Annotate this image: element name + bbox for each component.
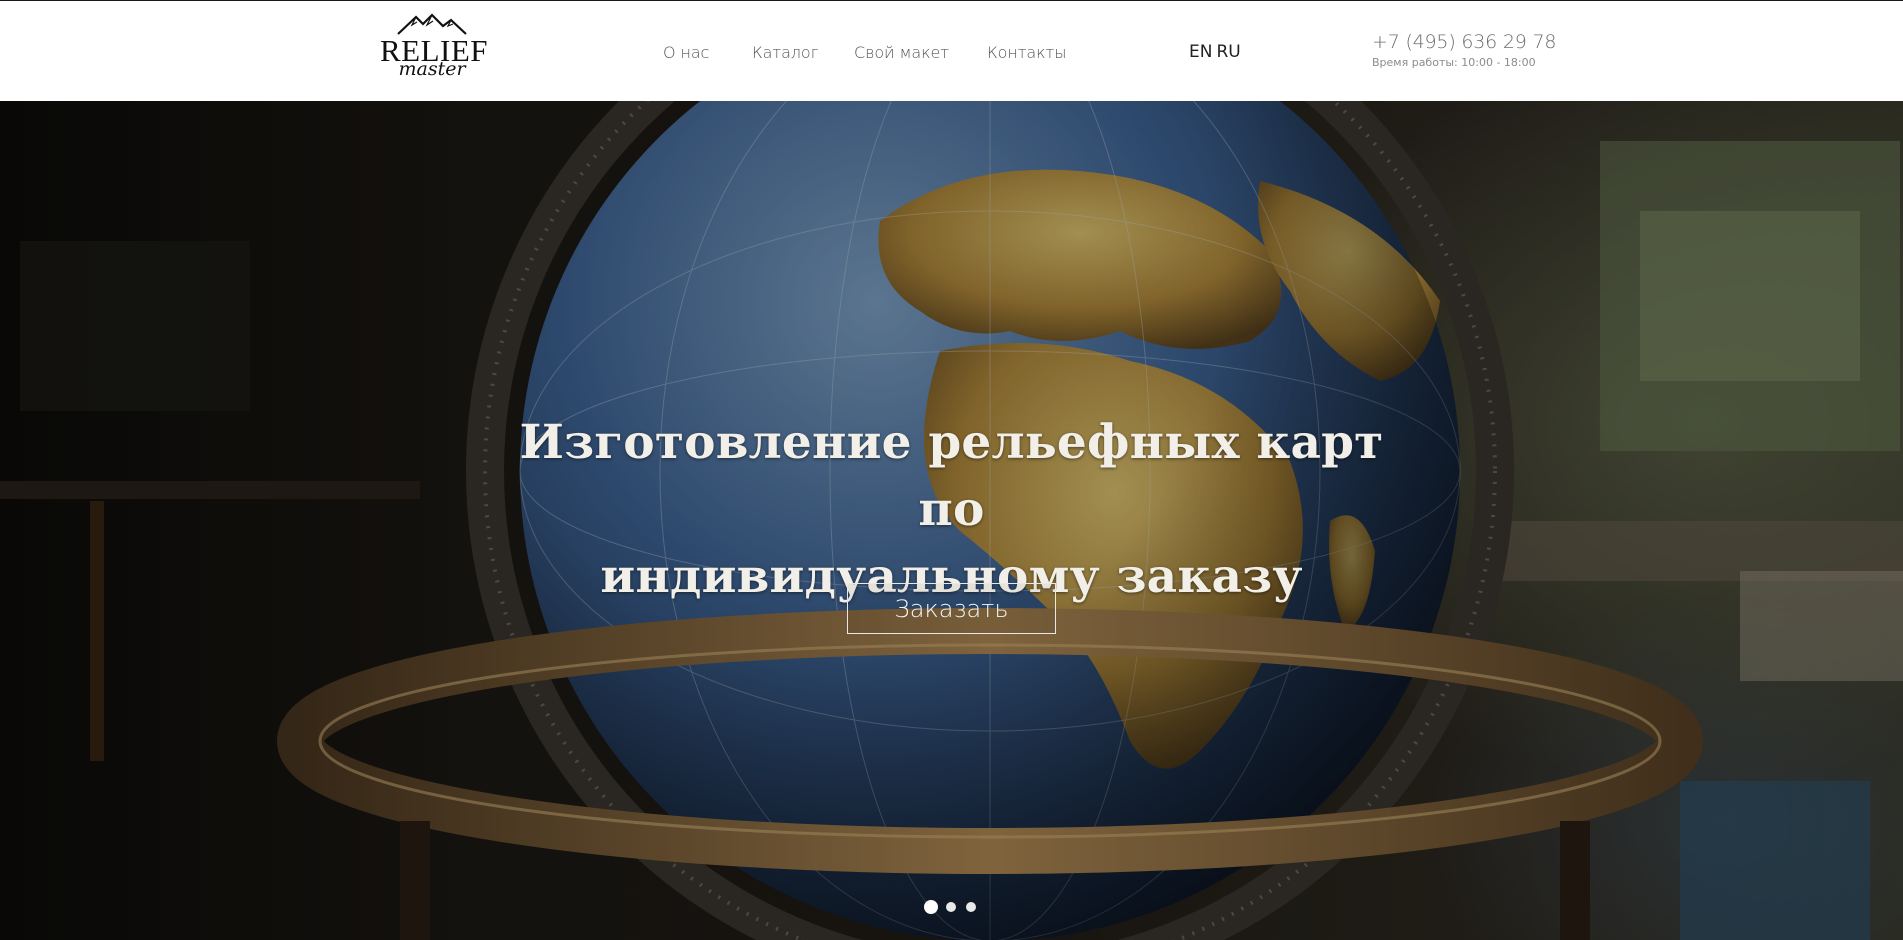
site-header: RELIEF master О нас Каталог Свой макет К…: [0, 0, 1903, 101]
order-button[interactable]: Заказать: [847, 583, 1056, 634]
mountains-icon: [397, 13, 467, 35]
nav-item-contacts[interactable]: Контакты: [987, 43, 1066, 62]
contact-block: +7 (495) 636 29 78 Время работы: 10:00 -…: [1372, 31, 1556, 69]
slider-dot-3[interactable]: [966, 902, 976, 912]
phone-link[interactable]: +7 (495) 636 29 78: [1372, 31, 1556, 53]
nav-item-own-model[interactable]: Свой макет: [854, 43, 949, 62]
nav-item-about[interactable]: О нас: [663, 43, 709, 62]
language-switcher: EN RU: [1189, 42, 1245, 62]
working-hours: Время работы: 10:00 - 18:00: [1372, 56, 1536, 69]
slider-dot-1[interactable]: [924, 900, 938, 914]
lang-ru[interactable]: RU: [1216, 42, 1240, 62]
hero-slider: Изготовление рельефных карт по индивидуа…: [0, 101, 1903, 940]
hero-title-line-1: Изготовление рельефных карт по: [519, 415, 1384, 537]
lang-en[interactable]: EN: [1189, 42, 1212, 62]
slider-dot-2[interactable]: [946, 902, 956, 912]
hero-title: Изготовление рельефных карт по индивидуа…: [500, 409, 1403, 610]
nav-item-catalog[interactable]: Каталог: [752, 43, 818, 62]
logo[interactable]: RELIEF master: [380, 13, 488, 91]
